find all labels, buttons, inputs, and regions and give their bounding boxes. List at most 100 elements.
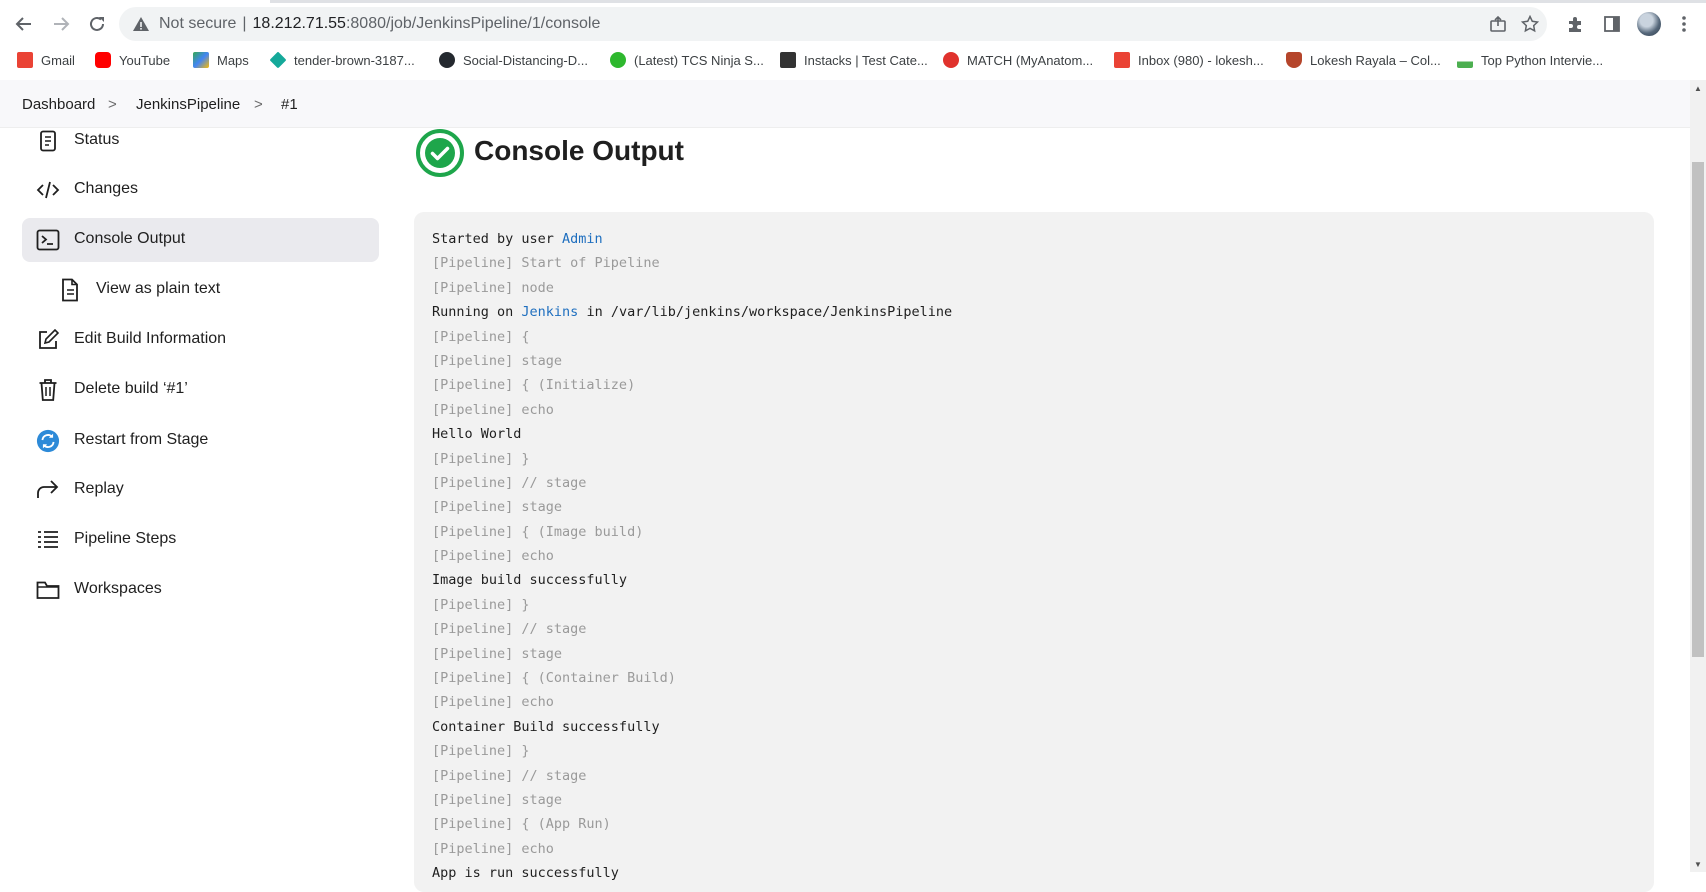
star-icon[interactable] bbox=[1521, 15, 1539, 33]
sidebar-item-label: Pipeline Steps bbox=[74, 530, 177, 547]
sidebar-item-label: Replay bbox=[74, 480, 124, 497]
sidebar-item-edit-build-info[interactable]: Edit Build Information bbox=[22, 318, 379, 362]
console-line: [Pipeline] { (Container Build) bbox=[432, 670, 676, 687]
console-line: [Pipeline] { (Initialize) bbox=[432, 377, 636, 394]
side-panel-button[interactable] bbox=[1600, 12, 1624, 36]
console-line: Started by user Admin bbox=[432, 231, 603, 247]
more-vertical-icon bbox=[1682, 16, 1686, 32]
bookmark-match[interactable]: MATCH (MyAnatom... bbox=[943, 50, 1093, 70]
console-line: [Pipeline] echo bbox=[432, 694, 554, 711]
console-line: [Pipeline] { (Image build) bbox=[432, 523, 644, 540]
console-line: [Pipeline] } bbox=[432, 450, 530, 467]
console-line: [Pipeline] { (App Run) bbox=[432, 816, 611, 833]
tab-strip-edge bbox=[270, 0, 1706, 3]
maps-icon bbox=[193, 52, 209, 68]
bookmarks-bar: Gmail YouTube Maps tender-brown-3187... … bbox=[0, 48, 1706, 112]
scroll-down-icon[interactable]: ▼ bbox=[1690, 856, 1706, 872]
sidebar-item-status[interactable]: Status bbox=[22, 119, 379, 163]
console-line: [Pipeline] // stage bbox=[432, 621, 587, 638]
console-line: [Pipeline] } bbox=[432, 596, 530, 613]
sidebar-item-pipeline-steps[interactable]: Pipeline Steps bbox=[22, 518, 379, 562]
sidebar-item-console-output[interactable]: Console Output bbox=[22, 218, 379, 262]
folder-icon bbox=[36, 578, 60, 602]
user-link[interactable]: Admin bbox=[562, 231, 603, 247]
bookmark-maps[interactable]: Maps bbox=[193, 50, 249, 70]
profile-avatar[interactable] bbox=[1637, 12, 1661, 36]
sidebar-item-delete-build[interactable]: Delete build ‘#1’ bbox=[22, 368, 379, 412]
restart-icon bbox=[36, 429, 60, 453]
console-line: [Pipeline] { bbox=[432, 328, 530, 345]
console-line: [Pipeline] stage bbox=[432, 352, 563, 369]
document-icon bbox=[36, 129, 60, 153]
sidebar-item-replay[interactable]: Replay bbox=[22, 468, 379, 512]
bookmark-instacks[interactable]: Instacks | Test Cate... bbox=[780, 50, 928, 70]
trash-icon bbox=[36, 378, 60, 402]
gmail-icon bbox=[1114, 52, 1130, 68]
terminal-icon bbox=[36, 228, 60, 252]
sidebar-item-label: Edit Build Information bbox=[74, 330, 227, 347]
share-icon[interactable] bbox=[1489, 15, 1507, 33]
url-host: 18.212.71.55 bbox=[252, 15, 346, 32]
arrow-right-icon bbox=[54, 17, 70, 31]
console-line: [Pipeline] echo bbox=[432, 840, 554, 857]
sidebar-item-restart-from-stage[interactable]: Restart from Stage bbox=[22, 419, 379, 463]
match-icon bbox=[943, 52, 959, 68]
reload-button[interactable] bbox=[83, 10, 111, 38]
console-line: Running on Jenkins in /var/lib/jenkins/w… bbox=[432, 304, 953, 321]
bookmark-tcs-ninja[interactable]: (Latest) TCS Ninja S... bbox=[610, 50, 764, 70]
sidebar-item-label: Workspaces bbox=[74, 580, 162, 597]
console-line: [Pipeline] echo bbox=[432, 401, 554, 418]
list-icon bbox=[36, 528, 60, 552]
scrollbar-thumb[interactable] bbox=[1692, 162, 1704, 657]
breadcrumb-jenkinspipeline[interactable]: JenkinsPipeline bbox=[136, 96, 240, 113]
console-line: [Pipeline] } bbox=[432, 743, 530, 760]
extensions-button[interactable] bbox=[1563, 12, 1587, 36]
bookmark-inbox[interactable]: Inbox (980) - lokesh... bbox=[1114, 50, 1264, 70]
security-label: Not secure bbox=[159, 15, 237, 32]
console-line: Container Build successfully bbox=[432, 718, 660, 735]
bookmark-tender-brown[interactable]: tender-brown-3187... bbox=[269, 50, 415, 70]
play-icon bbox=[610, 52, 626, 68]
console-line: App is run successfully bbox=[432, 865, 619, 882]
shield-icon bbox=[1286, 52, 1302, 68]
scroll-up-icon[interactable]: ▲ bbox=[1690, 80, 1706, 96]
reload-icon bbox=[90, 16, 104, 31]
forward-button[interactable] bbox=[47, 10, 75, 38]
bookmark-social-distancing[interactable]: Social-Distancing-D... bbox=[439, 50, 588, 70]
chevron-right-icon: > bbox=[108, 96, 117, 113]
github-icon bbox=[439, 52, 455, 68]
back-button[interactable] bbox=[10, 10, 38, 38]
bookmark-youtube[interactable]: YouTube bbox=[95, 50, 170, 70]
url-text: Not secure | 18.212.71.55:8080/job/Jenkins… bbox=[159, 15, 601, 32]
bookmark-top-python[interactable]: Top Python Intervie... bbox=[1457, 50, 1603, 70]
bookmark-gmail[interactable]: Gmail bbox=[17, 50, 75, 70]
bookmark-lokesh[interactable]: Lokesh Rayala – Col... bbox=[1286, 50, 1441, 70]
breadcrumb-build[interactable]: #1 bbox=[281, 96, 298, 113]
page-title: Console Output bbox=[474, 135, 684, 166]
address-bar[interactable]: Not secure | 18.212.71.55:8080/job/Jenkins… bbox=[119, 7, 1547, 41]
sidebar-item-label: Changes bbox=[74, 180, 139, 197]
instacks-icon bbox=[780, 52, 796, 68]
console-line: [Pipeline] stage bbox=[432, 499, 563, 516]
replay-icon bbox=[36, 478, 60, 502]
sidebar-item-view-plain-text[interactable]: View as plain text bbox=[22, 268, 379, 312]
node-link[interactable]: Jenkins bbox=[521, 304, 578, 320]
gmail-icon bbox=[17, 52, 33, 68]
diamond-icon bbox=[269, 51, 287, 69]
console-line: [Pipeline] echo bbox=[432, 548, 554, 565]
sidebar-item-label: Console Output bbox=[74, 230, 186, 247]
arrow-left-icon bbox=[15, 17, 31, 31]
browser-menu-button[interactable] bbox=[1672, 12, 1696, 36]
edit-icon bbox=[36, 328, 60, 352]
console-line: [Pipeline] Start of Pipeline bbox=[432, 255, 660, 272]
chevron-right-icon: > bbox=[254, 96, 263, 113]
browser-toolbar: Not secure | 18.212.71.55:8080/job/Jenkins… bbox=[0, 0, 1706, 48]
success-check-icon bbox=[416, 129, 464, 177]
console-line: [Pipeline] stage bbox=[432, 791, 563, 808]
code-icon bbox=[36, 178, 60, 202]
sidebar-item-label: Delete build ‘#1’ bbox=[74, 380, 188, 397]
sidebar-item-label: Status bbox=[74, 131, 120, 148]
sidebar-item-changes[interactable]: Changes bbox=[22, 168, 379, 212]
breadcrumb-dashboard[interactable]: Dashboard bbox=[22, 96, 95, 113]
sidebar-item-workspaces[interactable]: Workspaces bbox=[22, 568, 379, 612]
